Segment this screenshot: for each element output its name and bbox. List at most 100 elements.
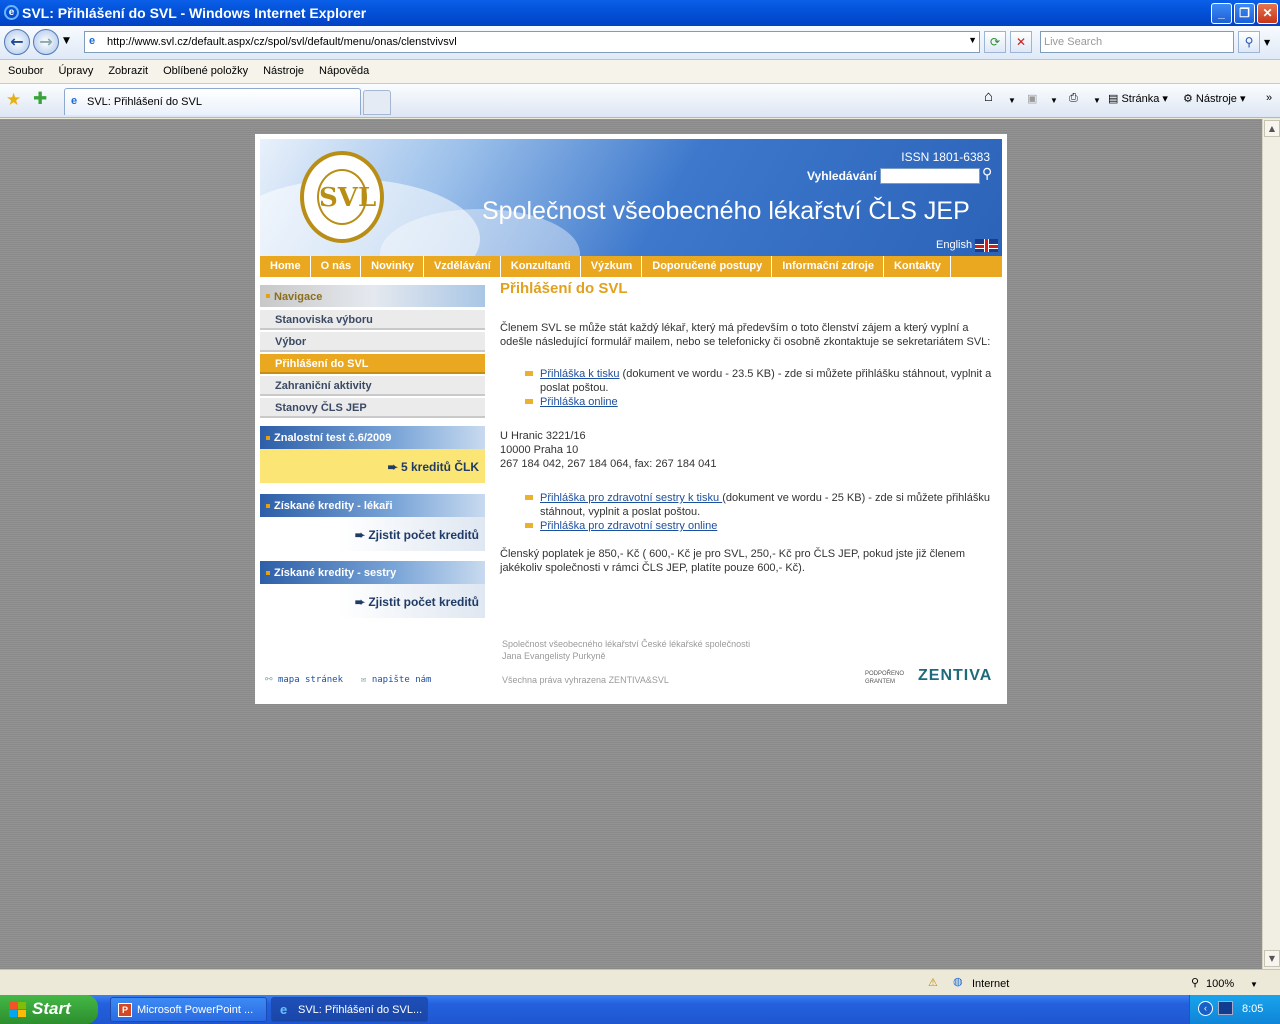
- search-options-icon[interactable]: ▼: [1264, 38, 1270, 47]
- address-text: http://www.svl.cz/default.aspx/cz/spol/s…: [107, 36, 457, 48]
- print-dropdown-icon[interactable]: ▼: [1093, 96, 1101, 105]
- write-us-link[interactable]: ✉ napište nám: [361, 675, 431, 685]
- network-icon[interactable]: [1218, 1001, 1233, 1015]
- nav-o-nas[interactable]: O nás: [311, 256, 362, 277]
- site-search-label: Vyhledávání: [807, 169, 877, 183]
- check-credits-nurses-link[interactable]: ➨ Zjistit počet kreditů: [260, 584, 485, 618]
- minimize-button[interactable]: _: [1211, 3, 1232, 24]
- svl-logo[interactable]: SVL: [300, 151, 384, 243]
- nav-doporucene-postupy[interactable]: Doporučené postupy: [642, 256, 773, 277]
- sidebar-item-prihlaseni[interactable]: Přihlášení do SVL: [260, 354, 485, 374]
- menu-edit[interactable]: Úpravy: [50, 60, 100, 77]
- start-button[interactable]: Start: [0, 995, 98, 1024]
- menu-bar: Soubor Úpravy Zobrazit Oblíbené položky Nást…: [0, 60, 1280, 84]
- maximize-button[interactable]: ❐: [1234, 3, 1255, 24]
- address-bar[interactable]: e http://www.svl.cz/default.aspx/cz/spol…: [84, 31, 980, 53]
- globe-icon: ◍: [953, 976, 963, 988]
- footer-org-line1: Společnost všeobecného lékařství České l…: [502, 639, 751, 649]
- sitemap-link[interactable]: ⚯ mapa stránek: [265, 675, 343, 685]
- menu-file[interactable]: Soubor: [0, 60, 50, 77]
- nav-vzdelavani[interactable]: Vzdělávání: [424, 256, 501, 277]
- list-item: Přihláška k tisku (dokument ve wordu - 2…: [500, 367, 1000, 395]
- list-item: Přihláška pro zdravotní sestry k tisku (…: [500, 491, 1000, 519]
- back-button[interactable]: ←: [4, 29, 30, 55]
- close-button[interactable]: ✕: [1257, 3, 1278, 24]
- new-tab-button[interactable]: [363, 90, 391, 115]
- history-dropdown-icon[interactable]: ▼: [63, 36, 70, 46]
- add-favorite-icon[interactable]: ✚: [33, 89, 47, 109]
- site-search-input[interactable]: [880, 168, 980, 184]
- site-search-icon[interactable]: ⚲: [982, 166, 992, 182]
- sidebar-item-stanoviska[interactable]: Stanoviska výboru: [260, 310, 485, 330]
- print-form-link[interactable]: Přihláška k tisku: [540, 368, 619, 380]
- page-viewport: SVL ISSN 1801-6383 Vyhledávání ⚲ Společn…: [0, 119, 1262, 969]
- nav-home[interactable]: Home: [260, 256, 311, 277]
- sidebar-item-zahranicni[interactable]: Zahraniční aktivity: [260, 376, 485, 396]
- nav-novinky[interactable]: Novinky: [361, 256, 424, 277]
- zoom-dropdown-icon[interactable]: ▼: [1250, 980, 1258, 989]
- window-title: SVL: Přihlášení do SVL - Windows Interne…: [22, 5, 367, 21]
- taskbar-ie[interactable]: e SVL: Přihlášení do SVL...: [271, 997, 428, 1022]
- taskbar: Start P Microsoft PowerPoint ... e SVL: …: [0, 995, 1280, 1024]
- menu-favorites[interactable]: Oblíbené položky: [155, 60, 255, 77]
- tools-menu[interactable]: ⚙ Nástroje ▾: [1183, 92, 1245, 105]
- menu-help[interactable]: Nápověda: [311, 60, 376, 77]
- status-bar: ⚠ ◍ Internet ⚲ 100% ▼: [0, 969, 1280, 997]
- web-page: SVL ISSN 1801-6383 Vyhledávání ⚲ Společn…: [255, 134, 1007, 704]
- address-line-2: 10000 Praha 10: [500, 444, 579, 456]
- zoom-icon[interactable]: ⚲: [1191, 976, 1199, 989]
- nurses-print-form-link[interactable]: Přihláška pro zdravotní sestry k tisku: [540, 492, 722, 504]
- credits-link[interactable]: ➨ 5 kreditů ČLK: [260, 449, 485, 483]
- sidebar-item-vybor[interactable]: Výbor: [260, 332, 485, 352]
- page-heading: Přihlášení do SVL: [500, 280, 628, 297]
- feeds-dropdown-icon[interactable]: ▼: [1050, 96, 1058, 105]
- sidebar-item-stanovy[interactable]: Stanovy ČLS JEP: [260, 398, 485, 418]
- ie-icon: e: [4, 5, 19, 20]
- scroll-down-icon[interactable]: ▼: [1264, 950, 1280, 967]
- site-title: Společnost všeobecného lékařství ČLS JEP: [482, 197, 970, 225]
- nav-vyzkum[interactable]: Výzkum: [581, 256, 643, 277]
- uk-flag-icon[interactable]: [975, 239, 998, 252]
- page-icon: e: [89, 35, 96, 47]
- search-input[interactable]: Live Search: [1040, 31, 1234, 53]
- address-line-1: U Hranic 3221/16: [500, 430, 586, 442]
- forward-button[interactable]: →: [33, 29, 59, 55]
- list-item: Přihláška pro zdravotní sestry online: [500, 519, 1000, 533]
- main-content: Přihlášení do SVL Členem SVL se může stá…: [500, 280, 1000, 575]
- tab-active[interactable]: e SVL: Přihlášení do SVL: [64, 88, 361, 115]
- nav-informacni-zdroje[interactable]: Informační zdroje: [772, 256, 884, 277]
- phone-line: 267 184 042, 267 184 064, fax: 267 184 0…: [500, 458, 717, 470]
- nurses-online-form-link[interactable]: Přihláška pro zdravotní sestry online: [540, 520, 717, 532]
- clock[interactable]: 8:05: [1242, 1003, 1263, 1015]
- search-icon[interactable]: ⚲: [1238, 31, 1260, 53]
- stop-button[interactable]: ✕: [1010, 31, 1032, 53]
- security-zone: Internet: [972, 978, 1010, 990]
- refresh-button[interactable]: ⟳: [984, 31, 1006, 53]
- nav-konzultanti[interactable]: Konzultanti: [501, 256, 581, 277]
- site-nav: Home O nás Novinky Vzdělávání Konzultant…: [260, 256, 1002, 277]
- home-dropdown-icon[interactable]: ▼: [1008, 96, 1016, 105]
- online-form-link[interactable]: Přihláška online: [540, 396, 618, 408]
- page-menu[interactable]: ▤ Stránka ▾: [1108, 92, 1168, 105]
- footer-org-line2: Jana Evangelisty Purkyně: [502, 651, 606, 661]
- scroll-up-icon[interactable]: ▲: [1264, 120, 1280, 137]
- menu-view[interactable]: Zobrazit: [100, 60, 155, 77]
- toolbar-overflow-icon[interactable]: »: [1266, 92, 1272, 104]
- english-link[interactable]: English: [936, 239, 972, 251]
- print-icon[interactable]: ⎙: [1069, 92, 1078, 105]
- check-credits-doctors-link[interactable]: ➨ Zjistit počet kreditů: [260, 517, 485, 551]
- tray-expand-icon[interactable]: ‹: [1198, 1001, 1213, 1016]
- address-dropdown-icon[interactable]: ▼: [968, 35, 977, 45]
- windows-logo-icon: [9, 1002, 26, 1017]
- feeds-icon[interactable]: ▣: [1027, 92, 1037, 105]
- nav-kontakty[interactable]: Kontakty: [884, 256, 952, 277]
- vertical-scrollbar[interactable]: ▲ ▼: [1262, 119, 1280, 969]
- favorites-star-icon[interactable]: ★: [6, 90, 21, 110]
- menu-tools[interactable]: Nástroje: [255, 60, 311, 77]
- envelope-icon: ✉: [361, 675, 367, 685]
- taskbar-powerpoint[interactable]: P Microsoft PowerPoint ...: [110, 997, 267, 1022]
- credits-doctors-box: Získané kredity - lékaři ➨ Zjistit počet…: [260, 494, 485, 551]
- home-icon[interactable]: ⌂: [984, 88, 993, 105]
- zentiva-logo[interactable]: ZENTIVA: [918, 667, 992, 685]
- zoom-level[interactable]: 100%: [1206, 978, 1234, 990]
